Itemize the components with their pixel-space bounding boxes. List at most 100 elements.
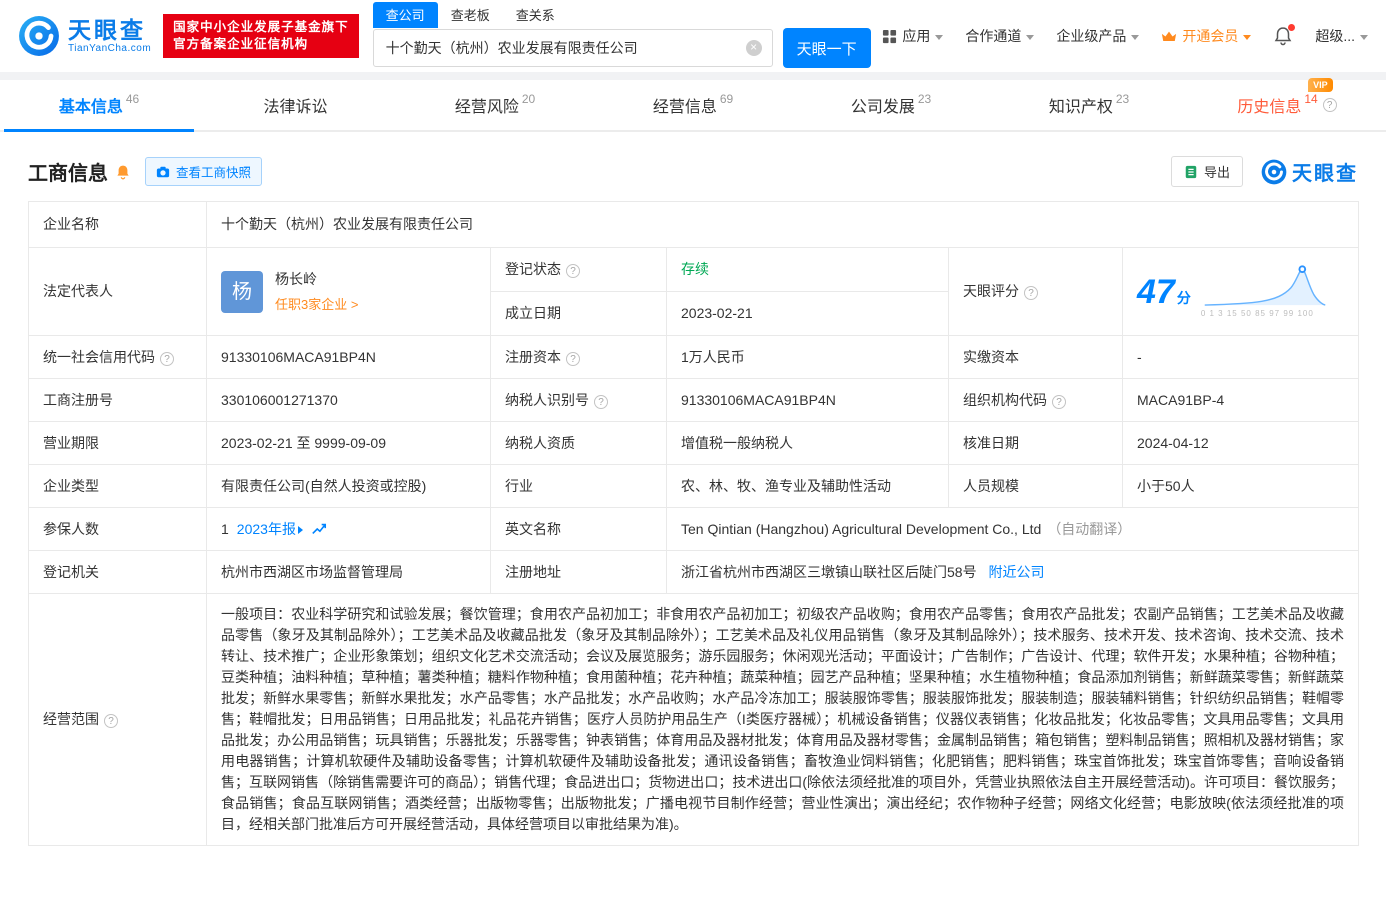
tab-legal-proceedings[interactable]: 法律诉讼 [198,80,396,130]
reg-capital-label: 注册资本 [490,335,667,379]
company-type-value: 有限责任公司(自然人投资或控股) [206,464,491,508]
snapshot-button[interactable]: 查看工商快照 [145,157,263,186]
menu-super-vip[interactable]: 超级... [1315,26,1368,46]
menu-enterprise[interactable]: 企业级产品 [1056,26,1140,46]
menu-open-vip-label: 开通会员 [1182,28,1239,44]
reg-number-value: 330106001271370 [206,378,491,422]
help-icon[interactable] [1322,98,1337,112]
search-tab-relation[interactable]: 查关系 [503,2,568,28]
clear-search-icon[interactable] [745,40,762,56]
legal-rep-name[interactable]: 杨长岭 [275,269,358,290]
search-input-wrap [372,29,773,67]
reg-authority-value: 杭州市西湖区市场监督管理局 [206,550,491,594]
nearby-companies-link[interactable]: 附近公司 [988,564,1044,580]
tab-label: 法律诉讼 [263,99,328,116]
help-icon[interactable] [566,351,580,366]
search-tabs: 查公司 查老板 查关系 [372,2,871,28]
help-icon[interactable] [594,394,608,409]
table-row: 统一社会信用代码 91330106MACA91BP4N 注册资本 1万人民币 实… [28,335,1360,379]
section-nav: 基本信息 46 法律诉讼 经营风险 20 经营信息 69 公司发展 23 知识产… [0,78,1386,132]
tab-intellectual-property[interactable]: 知识产权 23 [990,80,1188,130]
tianyancha-logo[interactable]: 天眼查 TianYanCha.com [18,15,151,57]
paid-capital-label: 实缴资本 [948,335,1123,379]
company-name-label: 企业名称 [28,201,207,248]
help-icon[interactable] [160,351,174,366]
tab-label: 基本信息 [58,99,123,116]
english-name-cell: Ten Qintian (Hangzhou) Agricultural Deve… [665,507,1360,551]
taxpayer-quality-value: 增值税一般纳税人 [666,421,949,465]
chevron-down-icon [1243,34,1252,40]
menu-partner-label: 合作通道 [965,28,1022,44]
insured-count-label: 参保人数 [28,507,207,551]
logo-domain: TianYanCha.com [68,43,152,55]
auto-translate-note: （自动翻译） [1047,520,1132,537]
menu-open-vip[interactable]: 开通会员 [1161,26,1252,46]
reg-capital-value: 1万人民币 [666,335,949,379]
notification-bell[interactable] [1273,24,1296,46]
legal-rep-avatar[interactable]: 杨 [221,270,263,313]
menu-apps[interactable]: 应用 [882,26,944,46]
tab-count: 20 [521,92,536,106]
staff-size-value: 小于50人 [1121,464,1360,508]
help-icon[interactable] [104,714,118,728]
help-icon[interactable] [1024,286,1038,300]
tab-count: 23 [917,92,932,106]
camera-icon [156,166,170,177]
business-info-header: 工商信息 查看工商快照 导出 天眼查 [0,156,1386,187]
approval-date-value: 2024-04-12 [1121,421,1360,465]
company-type-label: 企业类型 [28,464,207,508]
help-icon[interactable] [1052,394,1066,409]
tianyancha-logo-icon [1261,159,1287,184]
industry-value: 农、林、牧、渔专业及辅助性活动 [666,464,949,508]
grid-icon [883,29,897,43]
reg-number-label: 工商注册号 [28,378,207,422]
tianyancha-logo-icon [19,16,59,56]
table-row: 经营范围 一般项目：农业科学研究和试验发展；餐饮管理；食用农产品初加工；非食用农… [28,593,1360,846]
business-scope-label: 经营范围 [28,593,207,846]
reg-status-label: 登记状态 [490,247,667,292]
export-button[interactable]: 导出 [1170,156,1243,187]
tab-basic-info[interactable]: 基本信息 46 [0,80,198,132]
tab-label: 经营信息 [652,99,717,116]
top-header: 天眼查 TianYanCha.com 国家中小企业发展子基金旗下 官方备案企业征… [0,0,1386,72]
trend-chart-icon[interactable] [311,521,327,537]
tab-company-development[interactable]: 公司发展 23 [792,80,990,130]
tab-operation-risk[interactable]: 经营风险 20 [396,80,594,130]
tab-operation-info[interactable]: 经营信息 69 [594,80,792,130]
table-row: 营业期限 2023-02-21 至 9999-09-09 纳税人资质 增值税一般… [28,421,1360,465]
help-icon[interactable] [566,264,580,278]
search-input[interactable] [373,40,772,56]
tab-label: 公司发展 [850,99,915,116]
search-tab-company[interactable]: 查公司 [372,2,438,28]
badge-line-2: 官方备案企业征信机构 [173,37,309,51]
tab-history-info[interactable]: VIP 历史信息 14 [1188,78,1386,130]
business-term-label: 营业期限 [28,421,207,465]
tab-label: 历史信息 [1237,99,1302,116]
score-cell: 47 分 0 1 3 15 50 85 97 99 100 [1121,247,1360,336]
staff-size-label: 人员规模 [948,464,1123,508]
company-name-value: 十个勤天（杭州）农业发展有限责任公司 [205,201,1360,248]
score-value: 47 分 [1137,272,1191,311]
org-code-value: MACA91BP-4 [1121,378,1360,422]
table-row: 法定代表人 杨 杨长岭 任职3家企业 > 登记状态 存续 天眼评分 [28,247,1360,336]
search-tab-boss[interactable]: 查老板 [438,2,503,28]
legal-rep-label: 法定代表人 [28,247,207,336]
legal-rep-positions-link[interactable]: 任职3家企业 > [275,295,358,315]
reg-address-label: 注册地址 [490,550,667,594]
menu-partner[interactable]: 合作通道 [965,26,1035,46]
taxpayer-id-label: 纳税人识别号 [490,378,667,422]
export-button-label: 导出 [1203,165,1230,180]
top-menu: 应用 合作通道 企业级产品 开通会员 超级... [882,24,1368,46]
tab-count: 46 [125,92,140,106]
subscribe-bell-icon[interactable] [115,164,131,180]
badge-line-1: 国家中小企业发展子基金旗下 [173,20,349,34]
annual-report-link[interactable]: 2023年报 [237,519,303,540]
approval-date-label: 核准日期 [948,421,1123,465]
tab-label: 知识产权 [1048,99,1113,116]
watermark-logo[interactable]: 天眼查 [1261,157,1358,186]
tab-count: 14 [1304,92,1318,106]
tab-count: 23 [1115,92,1130,106]
reg-address-value: 浙江省杭州市西湖区三墩镇山联社区后陡门58号 [681,563,977,580]
snapshot-button-label: 查看工商快照 [176,166,252,180]
search-button[interactable]: 天眼一下 [782,28,871,68]
